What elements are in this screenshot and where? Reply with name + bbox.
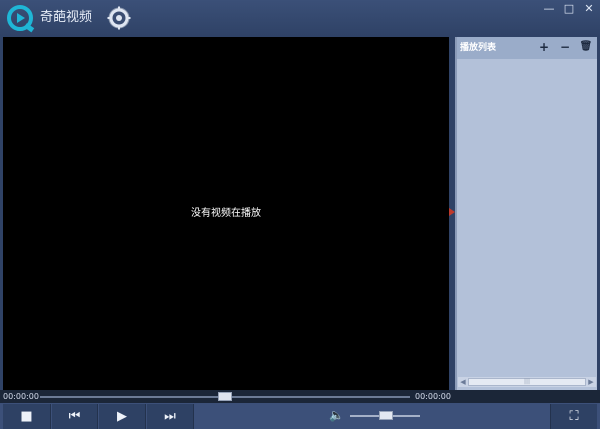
previous-button[interactable]: ⏮: [52, 404, 98, 429]
next-button[interactable]: ⏭: [147, 404, 194, 429]
current-time: 00:00:00: [3, 392, 39, 401]
seek-slider-handle[interactable]: [218, 392, 232, 401]
playlist-header: 播放列表 + − 🗑: [457, 37, 597, 59]
scroll-right-icon[interactable]: ▶: [586, 377, 596, 387]
control-bar: ■ ⏮ ▶ ⏭ ⛶: [0, 403, 600, 429]
add-to-playlist-button[interactable]: +: [537, 39, 551, 55]
app-title: 奇葩视频: [40, 10, 93, 25]
trash-icon[interactable]: 🗑: [579, 39, 593, 55]
player-window: 奇葩视频 — □ ✕ 没有视频在播放 播放列表 + − 🗑 ◀ ||| ▶ 00…: [0, 0, 600, 429]
playlist-horizontal-scrollbar[interactable]: ◀ ||| ▶: [458, 377, 596, 387]
seek-bar: 00:00:00 00:00:00: [0, 390, 600, 403]
title-bar: 奇葩视频 — □ ✕: [0, 0, 600, 36]
playlist-panel: 播放列表 + − 🗑 ◀ ||| ▶: [455, 37, 597, 390]
play-logo-icon: [7, 5, 35, 33]
no-video-message: 没有视频在播放: [191, 208, 261, 219]
stop-button[interactable]: ■: [3, 404, 51, 429]
volume-slider-handle[interactable]: [379, 411, 393, 420]
video-area[interactable]: 没有视频在播放: [3, 37, 449, 390]
maximize-button[interactable]: □: [560, 2, 578, 16]
gear-icon[interactable]: [107, 6, 131, 30]
volume-icon[interactable]: 🔈: [329, 407, 345, 423]
close-button[interactable]: ✕: [580, 2, 598, 16]
fullscreen-button[interactable]: ⛶: [550, 404, 597, 429]
minimize-button[interactable]: —: [540, 2, 558, 16]
scrollbar-thumb[interactable]: |||: [468, 378, 586, 386]
play-button[interactable]: ▶: [99, 404, 146, 429]
total-time: 00:00:00: [415, 392, 451, 401]
playlist-title: 播放列表: [460, 43, 497, 53]
scroll-left-icon[interactable]: ◀: [458, 377, 468, 387]
remove-from-playlist-button[interactable]: −: [558, 39, 572, 55]
